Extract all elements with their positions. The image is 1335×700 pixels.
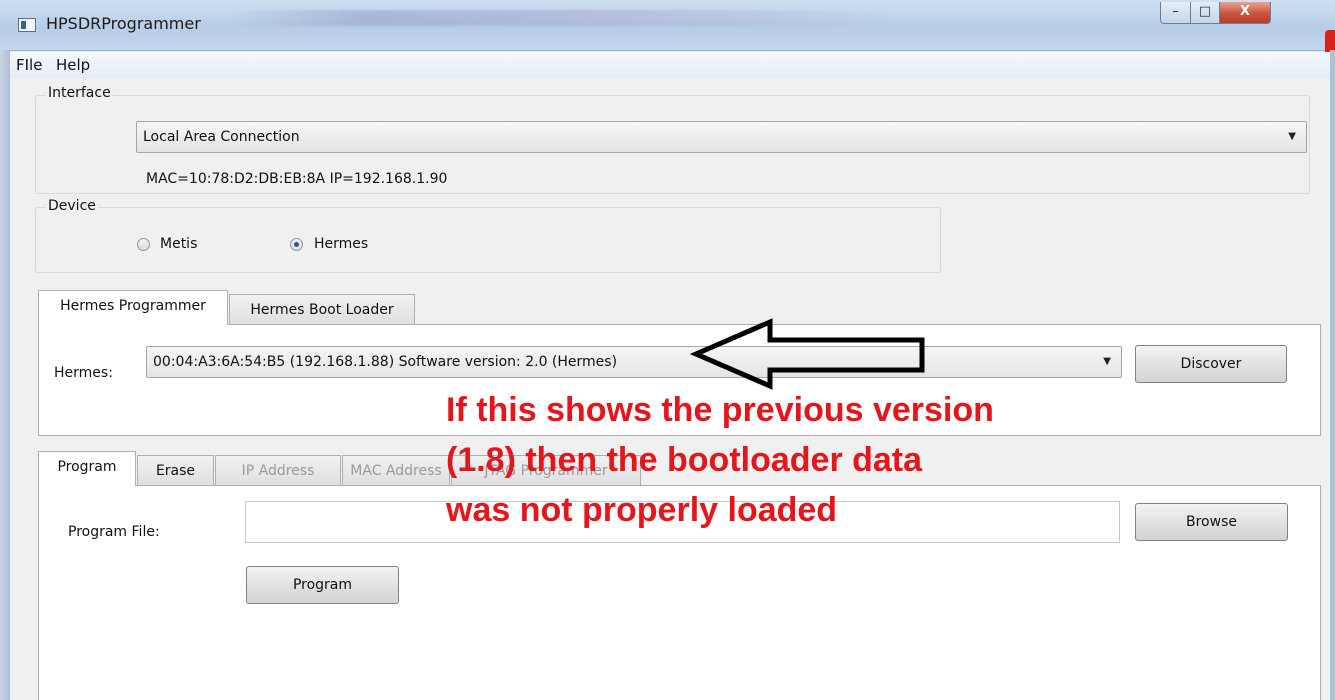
interface-group-label: Interface <box>46 85 113 101</box>
tab-erase[interactable]: Erase <box>137 455 214 487</box>
hermes-selected-value: 00:04:A3:6A:54:B5 (192.168.1.88) Softwar… <box>153 354 618 370</box>
close-button[interactable]: X <box>1219 2 1271 24</box>
hermes-label: Hermes: <box>54 365 113 381</box>
program-file-label: Program File: <box>68 524 160 540</box>
menu-help[interactable]: Help <box>56 56 90 74</box>
annotation-line-3: was not properly loaded <box>446 491 838 529</box>
tab-hermes-boot-loader[interactable]: Hermes Boot Loader <box>229 294 415 326</box>
main-content: Interface Local Area Connection ▼ MAC=10… <box>10 78 1330 700</box>
title-bar[interactable]: HPSDRProgrammer – □ X <box>0 0 1335 51</box>
interface-mac-ip: MAC=10:78:D2:DB:EB:8A IP=192.168.1.90 <box>146 171 448 187</box>
annotation-line-1: If this shows the previous version <box>446 391 994 429</box>
program-button[interactable]: Program <box>246 566 399 604</box>
minimize-button[interactable]: – <box>1160 2 1191 24</box>
tab-ip-address: IP Address <box>215 455 341 487</box>
radio-metis[interactable] <box>137 238 150 251</box>
window-frame-right <box>1330 50 1335 700</box>
annotation-line-2: (1.8) then the bootloader data <box>446 441 923 479</box>
tab-hermes-programmer[interactable]: Hermes Programmer <box>38 290 228 325</box>
tab-program[interactable]: Program <box>38 451 136 486</box>
radio-hermes-label[interactable]: Hermes <box>314 236 368 252</box>
radio-hermes[interactable] <box>290 238 303 251</box>
blurred-path <box>230 10 890 26</box>
window-frame-left <box>0 50 10 700</box>
application-window: HPSDRProgrammer – □ X FIle Help Interfac… <box>0 0 1335 700</box>
tab-mac-address: MAC Address <box>342 455 450 487</box>
device-group-label: Device <box>46 198 98 214</box>
maximize-button[interactable]: □ <box>1190 2 1220 24</box>
interface-selected-value: Local Area Connection <box>143 129 300 145</box>
hermes-device-select[interactable]: 00:04:A3:6A:54:B5 (192.168.1.88) Softwar… <box>146 346 1122 378</box>
menu-bar: FIle Help <box>10 52 1330 78</box>
chevron-down-icon: ▼ <box>1103 356 1111 367</box>
browse-button[interactable]: Browse <box>1135 503 1288 541</box>
left-arrow-annotation <box>690 318 925 390</box>
radio-metis-label[interactable]: Metis <box>160 236 197 252</box>
chevron-down-icon: ▼ <box>1288 131 1296 142</box>
menu-file[interactable]: FIle <box>16 56 42 74</box>
app-window-icon <box>18 18 36 32</box>
discover-button[interactable]: Discover <box>1135 345 1287 383</box>
interface-select[interactable]: Local Area Connection ▼ <box>136 121 1307 153</box>
window-title: HPSDRProgrammer <box>46 14 201 33</box>
